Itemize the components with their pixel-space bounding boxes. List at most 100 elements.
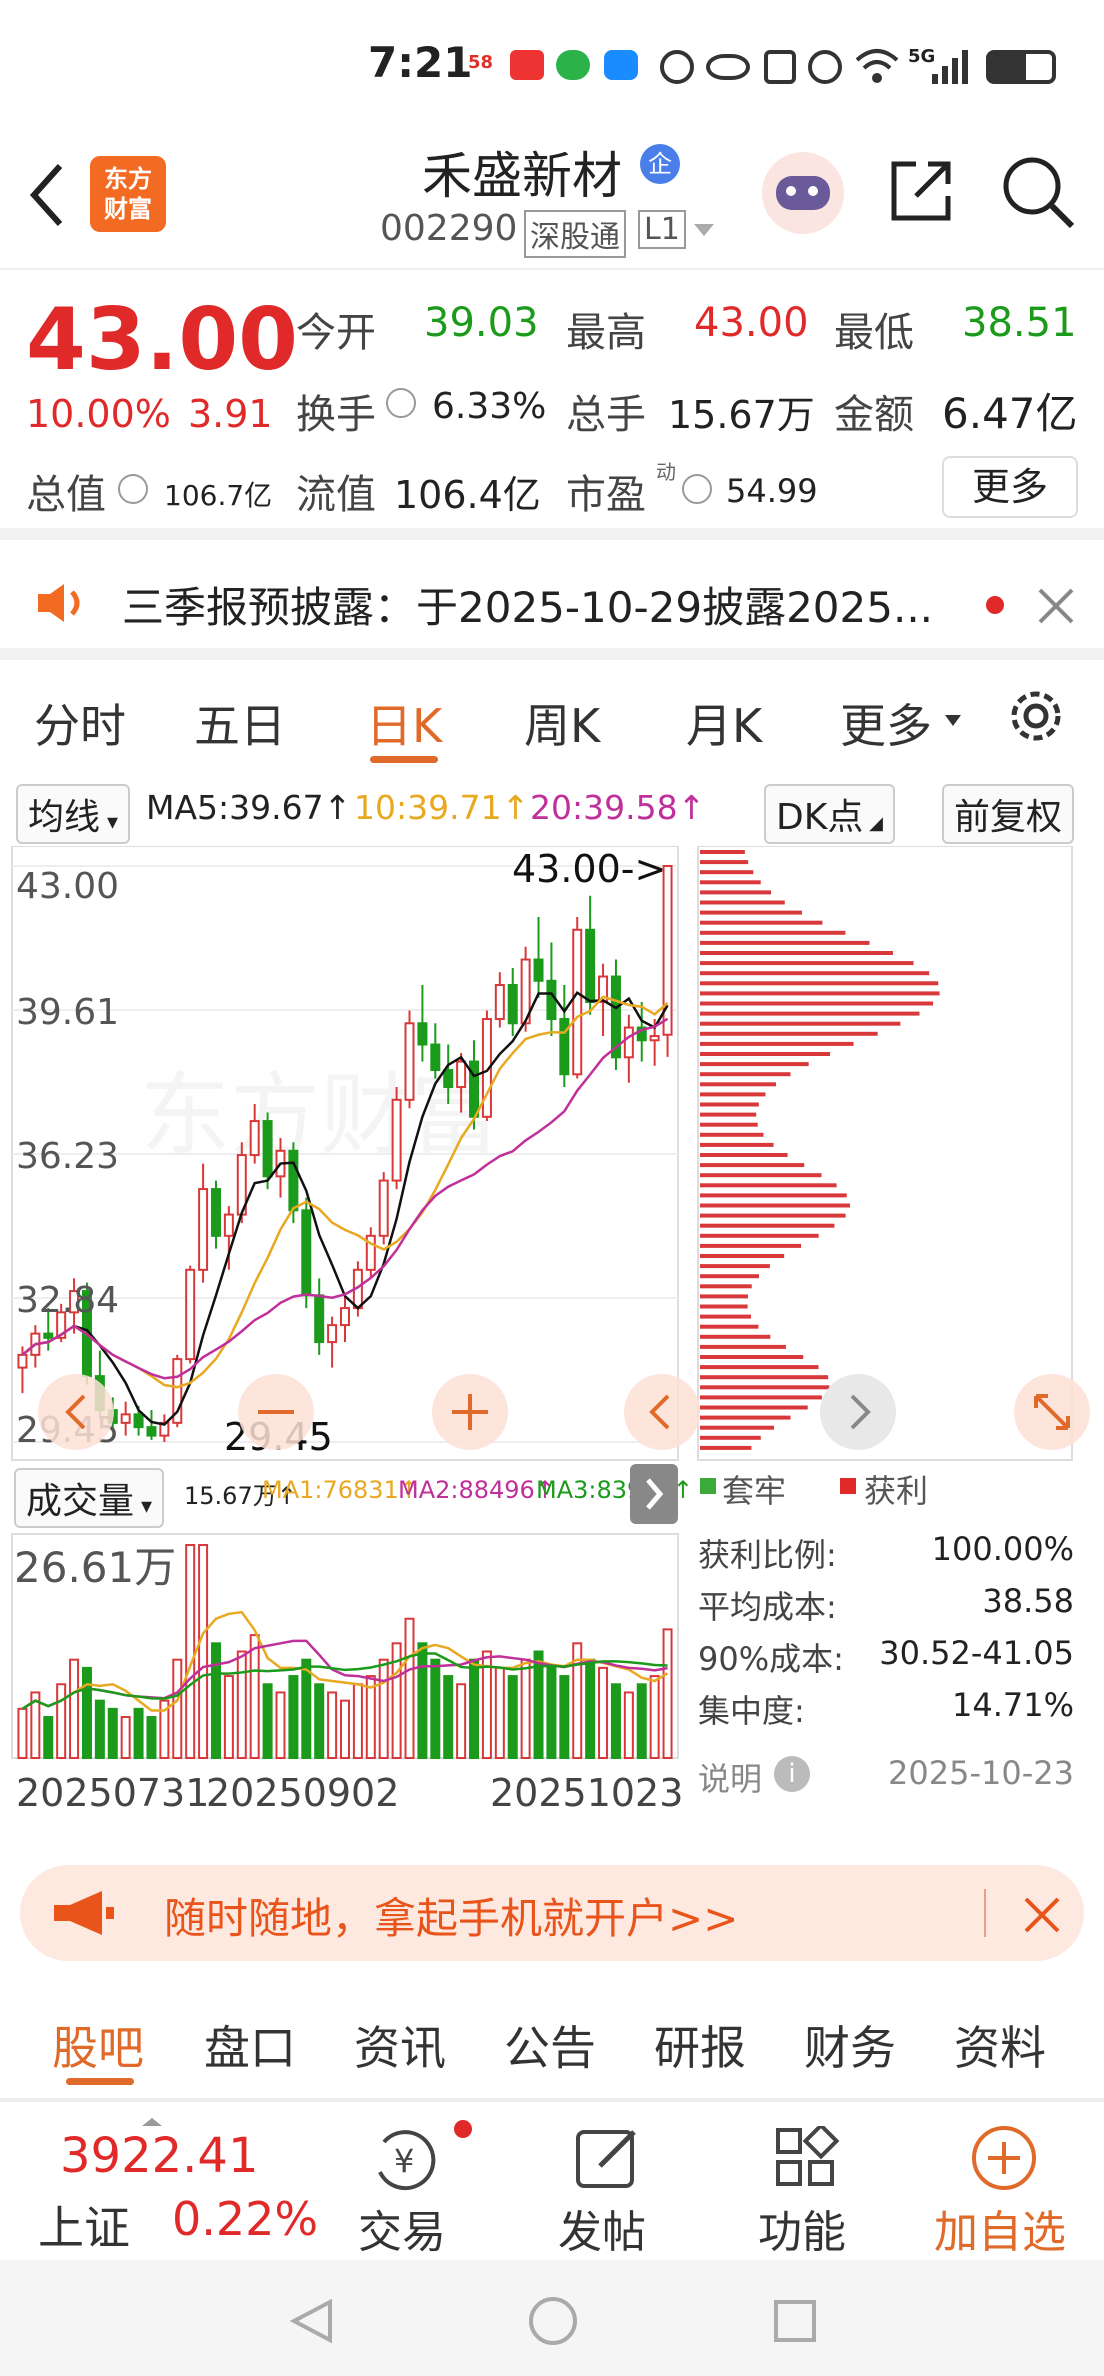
volume-chart[interactable]: 26.61万 20250731 20250902 20251023 xyxy=(0,1530,690,1820)
chip-bar xyxy=(700,1344,786,1349)
volume-bar xyxy=(443,1675,454,1759)
scroll-right-button[interactable] xyxy=(624,1374,700,1450)
chip-bar xyxy=(700,1142,774,1147)
tab-finance[interactable]: 财务 xyxy=(804,2012,896,2078)
volume-ma-line xyxy=(21,1639,668,1710)
nfc-icon xyxy=(764,50,796,84)
volume-bar xyxy=(598,1666,609,1759)
nav-back-icon[interactable] xyxy=(286,2296,336,2346)
turnover-label: 换手 xyxy=(296,392,376,438)
chip-row-value: 30.52-41.05 xyxy=(879,1634,1074,1672)
message-icon xyxy=(604,50,638,80)
chip-note-label[interactable]: 说明 xyxy=(698,1754,762,1800)
close-icon[interactable] xyxy=(1022,1895,1062,1935)
nav-home-icon[interactable] xyxy=(526,2294,580,2348)
volume-select[interactable]: 成交量 ▾ xyxy=(14,1468,165,1528)
candle-body xyxy=(417,1022,428,1046)
back-icon[interactable] xyxy=(26,160,66,230)
stock-code: 002290 xyxy=(380,208,518,249)
bottom-toolbar: 3922.41 上证 0.22% ¥ 交易 发帖 功能 加自选 xyxy=(0,2100,1104,2260)
candle-body xyxy=(378,1179,389,1237)
share-icon[interactable] xyxy=(886,156,956,226)
ma-select[interactable]: 均线 ▾ xyxy=(16,784,131,844)
tab-intraday[interactable]: 分时 xyxy=(34,690,126,756)
assistant-avatar[interactable] xyxy=(762,152,844,234)
adjust-button[interactable]: 前复权 xyxy=(942,784,1075,844)
open-account-banner[interactable]: 随时随地，拿起手机就开户>> xyxy=(20,1865,1084,1961)
info-dots-icon[interactable] xyxy=(386,388,416,418)
tab-daily-k[interactable]: 日K xyxy=(366,690,442,756)
more-button[interactable]: 更多 xyxy=(942,456,1078,518)
add-watchlist-button[interactable]: 加自选 xyxy=(930,2116,1090,2258)
volume-bar xyxy=(507,1675,518,1759)
tab-orderbook[interactable]: 盘口 xyxy=(204,2012,296,2078)
chip-bar xyxy=(700,1355,804,1359)
tab-monthly-k[interactable]: 月K xyxy=(686,690,762,756)
volume-select-label: 成交量 xyxy=(26,1481,135,1522)
chip-bar xyxy=(700,1324,759,1329)
candle-body xyxy=(494,984,505,1021)
notice-text: 三季报预披露：于2025-10-29披露2025... xyxy=(122,583,934,632)
tab-weekly-k[interactable]: 周K xyxy=(524,690,600,756)
volume-bar xyxy=(69,1658,80,1760)
volume-bar xyxy=(404,1617,415,1759)
active-subtab-indicator xyxy=(66,2078,134,2085)
volume-bar xyxy=(314,1683,325,1760)
tab-five-day[interactable]: 五日 xyxy=(194,690,286,756)
trapped-legend-label: 套牢 xyxy=(722,1472,787,1510)
scroll-left-button[interactable] xyxy=(38,1374,114,1450)
volume-bar xyxy=(146,1716,157,1759)
volume-bar xyxy=(262,1683,273,1760)
chip-date: 2025-10-23 xyxy=(888,1754,1074,1792)
candle-body xyxy=(185,1268,196,1361)
search-icon[interactable] xyxy=(1000,154,1076,230)
chip-bar xyxy=(700,940,870,945)
volume-bar xyxy=(559,1675,570,1759)
tab-more[interactable]: 更多 xyxy=(840,690,932,756)
index-name[interactable]: 上证 xyxy=(38,2192,130,2258)
chip-bar xyxy=(700,1052,831,1056)
stock-name[interactable]: 禾盛新材 xyxy=(422,136,622,208)
system-nav-bar xyxy=(0,2260,1104,2376)
chip-bar xyxy=(700,1062,809,1067)
volume-bar xyxy=(288,1675,299,1759)
info-dots-icon[interactable] xyxy=(118,474,148,504)
tab-research[interactable]: 研报 xyxy=(654,2012,746,2078)
info-dots-icon[interactable] xyxy=(682,474,712,504)
post-button[interactable]: 发帖 xyxy=(544,2116,694,2258)
gear-icon[interactable] xyxy=(1004,684,1068,748)
notice-bar[interactable]: 三季报预披露：于2025-10-29披露2025... xyxy=(0,540,1104,660)
chip-bar xyxy=(700,1102,759,1107)
ma20-value: 20:39.58↑ xyxy=(530,788,706,827)
chevron-down-icon xyxy=(945,715,961,726)
info-icon[interactable]: i xyxy=(774,1756,810,1792)
chip-row: 90%成本: 30.52-41.05 xyxy=(698,1634,1074,1686)
chevron-down-icon[interactable] xyxy=(692,222,716,238)
tab-forum[interactable]: 股吧 xyxy=(52,2012,144,2078)
tab-profile[interactable]: 资料 xyxy=(954,2012,1046,2078)
tab-announcements[interactable]: 公告 xyxy=(504,2012,596,2078)
function-button[interactable]: 功能 xyxy=(744,2116,894,2258)
vol-ma1: MA1:76831↑ xyxy=(262,1476,419,1504)
chip-bar xyxy=(700,1425,775,1430)
low-label: 最低 xyxy=(834,310,914,356)
chip-bar xyxy=(700,1122,758,1127)
close-icon[interactable] xyxy=(1036,586,1076,626)
dk-point-button[interactable]: DK点 ◢ xyxy=(764,784,895,844)
tab-news[interactable]: 资讯 xyxy=(354,2012,446,2078)
app-logo[interactable]: 东方 财富 xyxy=(90,156,166,232)
trade-button[interactable]: ¥ 交易 xyxy=(344,2116,494,2258)
candle-body xyxy=(507,984,518,1025)
chip-expand-button[interactable] xyxy=(820,1374,896,1450)
indicator-next-button[interactable] xyxy=(630,1464,678,1524)
volume-bar xyxy=(546,1666,557,1759)
index-value[interactable]: 3922.41 xyxy=(60,2128,259,2184)
index-change[interactable]: 0.22% xyxy=(172,2192,318,2246)
chip-bar xyxy=(700,1112,757,1117)
chip-stats: 获利比例: 100.00% 平均成本: 38.58 90%成本: 30.52-41.0… xyxy=(698,1530,1074,1738)
nav-recents-icon[interactable] xyxy=(770,2296,820,2346)
notification-dot xyxy=(454,2120,472,2138)
signal-icon xyxy=(932,50,968,84)
info-tabs: 股吧 盘口 资讯 公告 研报 财务 资料 xyxy=(0,1980,1104,2100)
volume-bar xyxy=(120,1716,131,1759)
